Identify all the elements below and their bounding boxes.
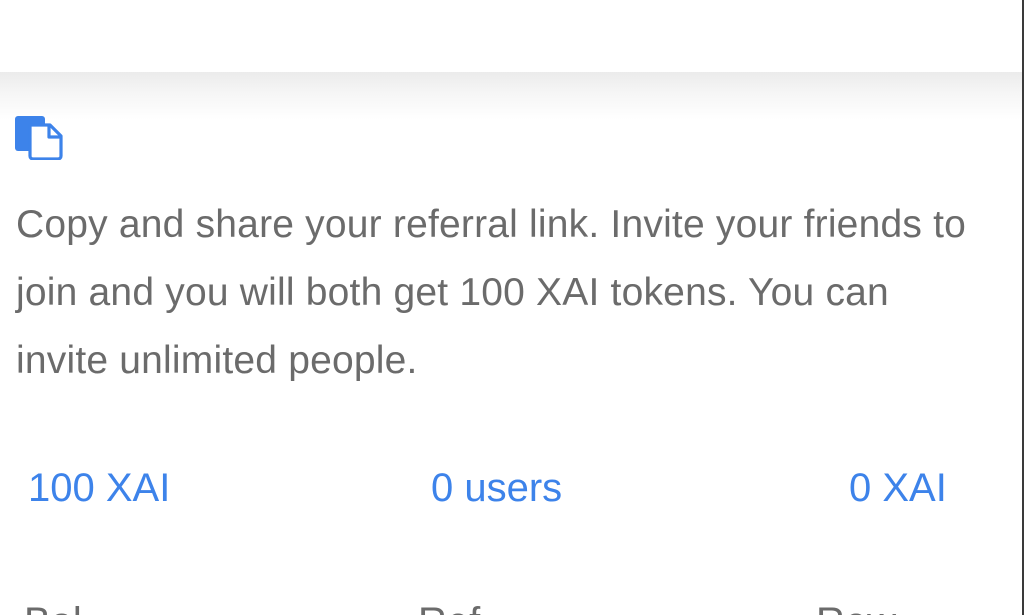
- referral-description: Copy and share your referral link. Invit…: [16, 203, 967, 382]
- copy-icon-graphic: [15, 116, 63, 161]
- rewards-label: Rew: [816, 600, 896, 615]
- balance-value: 100 XAI: [28, 466, 171, 510]
- copy-link-icon[interactable]: [15, 116, 63, 161]
- referrals-label: Ref: [418, 600, 480, 615]
- rewards-value: 0 XAI: [849, 466, 947, 510]
- referral-screen: Copy and share your referral link. Invit…: [0, 0, 1024, 615]
- referrals-value: 0 users: [431, 466, 563, 510]
- balance-label: Bal: [24, 600, 82, 615]
- top-bar: [0, 0, 1024, 72]
